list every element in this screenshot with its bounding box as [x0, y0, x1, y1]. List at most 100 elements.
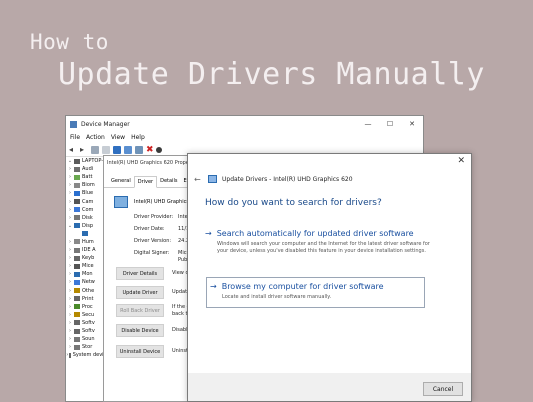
properties-icon[interactable]	[91, 145, 99, 154]
tree-item-label: Secu	[82, 311, 95, 318]
search-automatically-title: Search automatically for updated driver …	[216, 229, 414, 238]
device-category-icon	[74, 166, 80, 172]
expander-icon[interactable]: ›	[66, 255, 74, 261]
menu-action[interactable]: Action	[86, 134, 105, 141]
expander-icon[interactable]: ›	[66, 304, 74, 310]
device-category-icon	[74, 158, 80, 164]
dialog-footer: Cancel	[188, 373, 471, 401]
tree-item-label: Mon	[82, 271, 93, 278]
tree-item-label: Softv	[82, 319, 95, 326]
device-category-icon	[74, 247, 80, 253]
expander-icon[interactable]: ›	[66, 296, 74, 302]
update-driver-button[interactable]: Update Driver	[116, 286, 164, 299]
tree-item-label: Soun	[82, 336, 95, 343]
device-category-icon	[74, 174, 80, 180]
expander-icon[interactable]: ›	[66, 344, 74, 350]
expander-icon[interactable]: ›	[66, 328, 74, 334]
back-arrow-icon[interactable]: ◂	[69, 145, 77, 154]
browse-computer-title: Browse my computer for driver software	[221, 282, 384, 291]
tree-item-label: Batt	[82, 174, 93, 181]
tree-item-label: Stor	[82, 344, 93, 351]
expander-icon[interactable]: ›	[66, 279, 74, 285]
expander-icon[interactable]: ⌄	[66, 158, 74, 164]
minimize-button[interactable]: —	[357, 120, 379, 128]
expander-icon[interactable]: ›	[66, 247, 74, 253]
tab-driver[interactable]: Driver	[133, 176, 158, 188]
tree-item-label: Blue	[82, 190, 94, 197]
tree-item-label: LAPTOP-	[82, 158, 104, 165]
expander-icon[interactable]: ›	[66, 199, 74, 205]
device-category-icon	[74, 182, 80, 188]
forward-arrow-icon[interactable]: ▸	[80, 145, 88, 154]
tab-general[interactable]: General	[108, 176, 134, 187]
expander-icon[interactable]: ›	[66, 288, 74, 294]
driver-details-button[interactable]: Driver Details	[116, 267, 164, 280]
expander-icon[interactable]: ›	[66, 312, 74, 318]
roll-back-driver-button[interactable]: Roll Back Driver	[116, 304, 164, 317]
uninstall-device-button[interactable]: Uninstall Device	[116, 345, 164, 358]
expander-icon[interactable]: ›	[66, 215, 74, 221]
device-category-icon	[74, 223, 80, 229]
field-driver-provider: Driver Provider: Intel	[134, 214, 190, 220]
device-category-icon	[74, 296, 80, 302]
device-category-icon	[74, 336, 80, 342]
device-category-icon	[74, 263, 80, 269]
close-icon[interactable]: ✕	[457, 156, 465, 166]
dialog-question: How do you want to search for drivers?	[205, 198, 382, 208]
expander-icon[interactable]: ›	[66, 166, 74, 172]
expander-icon[interactable]: ›	[66, 336, 74, 342]
show-hidden-icon[interactable]	[102, 145, 110, 154]
tree-item-label: Mice	[82, 263, 94, 270]
update-driver-icon[interactable]	[124, 145, 132, 154]
expander-icon[interactable]: ›	[66, 271, 74, 277]
device-category-icon	[74, 328, 80, 334]
device-category-icon	[74, 312, 80, 318]
device-manager-app-icon	[70, 120, 77, 128]
menu-file[interactable]: File	[70, 134, 80, 141]
search-automatically-option[interactable]: → Search automatically for updated driver…	[205, 229, 430, 255]
disable-device-button[interactable]: Disable Device	[116, 324, 164, 337]
browse-computer-desc: Locate and install driver software manua…	[222, 294, 332, 300]
expander-icon[interactable]: ⌄	[66, 223, 74, 229]
tab-details[interactable]: Details	[157, 176, 180, 187]
menu-help[interactable]: Help	[131, 134, 145, 141]
expander-icon[interactable]: ›	[66, 190, 74, 196]
dm-menubar: File Action View Help	[66, 132, 423, 143]
close-button[interactable]: ✕	[401, 120, 423, 128]
device-category-icon	[74, 239, 80, 245]
tree-item-label: Othe	[82, 287, 95, 294]
device-category-icon	[74, 279, 80, 285]
tree-item-label: Audi	[82, 166, 94, 173]
device-name: Intel(R) UHD Graphics 6	[134, 199, 194, 205]
menu-view[interactable]: View	[111, 134, 125, 141]
tree-item-label: Com	[82, 206, 94, 213]
tree-item-label: Print	[82, 295, 94, 302]
device-category-icon	[74, 288, 80, 294]
title-line-2: Update Drivers Manually	[58, 57, 485, 92]
help-icon[interactable]	[113, 145, 121, 154]
arrow-right-icon: →	[205, 229, 212, 238]
expander-icon[interactable]: ›	[66, 207, 74, 213]
device-category-icon	[74, 190, 80, 196]
expander-icon[interactable]: ›	[66, 320, 74, 326]
search-automatically-desc-1: Windows will search your computer and th…	[217, 241, 430, 247]
arrow-right-icon: →	[210, 282, 217, 291]
scan-hardware-icon[interactable]	[135, 145, 143, 154]
expander-icon[interactable]: ›	[66, 182, 74, 188]
expander-icon[interactable]: ›	[66, 263, 74, 269]
display-adapter-icon	[208, 175, 217, 183]
field-driver-date: Driver Date: 11/1	[134, 226, 190, 232]
expander-icon[interactable]: ›	[66, 174, 74, 180]
download-icon[interactable]	[156, 146, 162, 153]
tree-item-label: Hum	[82, 238, 94, 245]
maximize-button[interactable]: ☐	[379, 120, 401, 128]
back-arrow-icon[interactable]: ←	[194, 175, 201, 184]
device-category-icon	[82, 231, 88, 237]
dm-window-title: Device Manager	[81, 120, 130, 128]
expander-icon[interactable]: ›	[66, 239, 74, 245]
uninstall-icon[interactable]: ✖	[146, 145, 154, 154]
browse-computer-option[interactable]: → Browse my computer for driver software …	[206, 277, 425, 308]
update-drivers-dialog: ✕ ← Update Drivers - Intel(R) UHD Graphi…	[187, 153, 472, 402]
device-category-icon	[74, 207, 80, 213]
cancel-button[interactable]: Cancel	[423, 382, 463, 396]
